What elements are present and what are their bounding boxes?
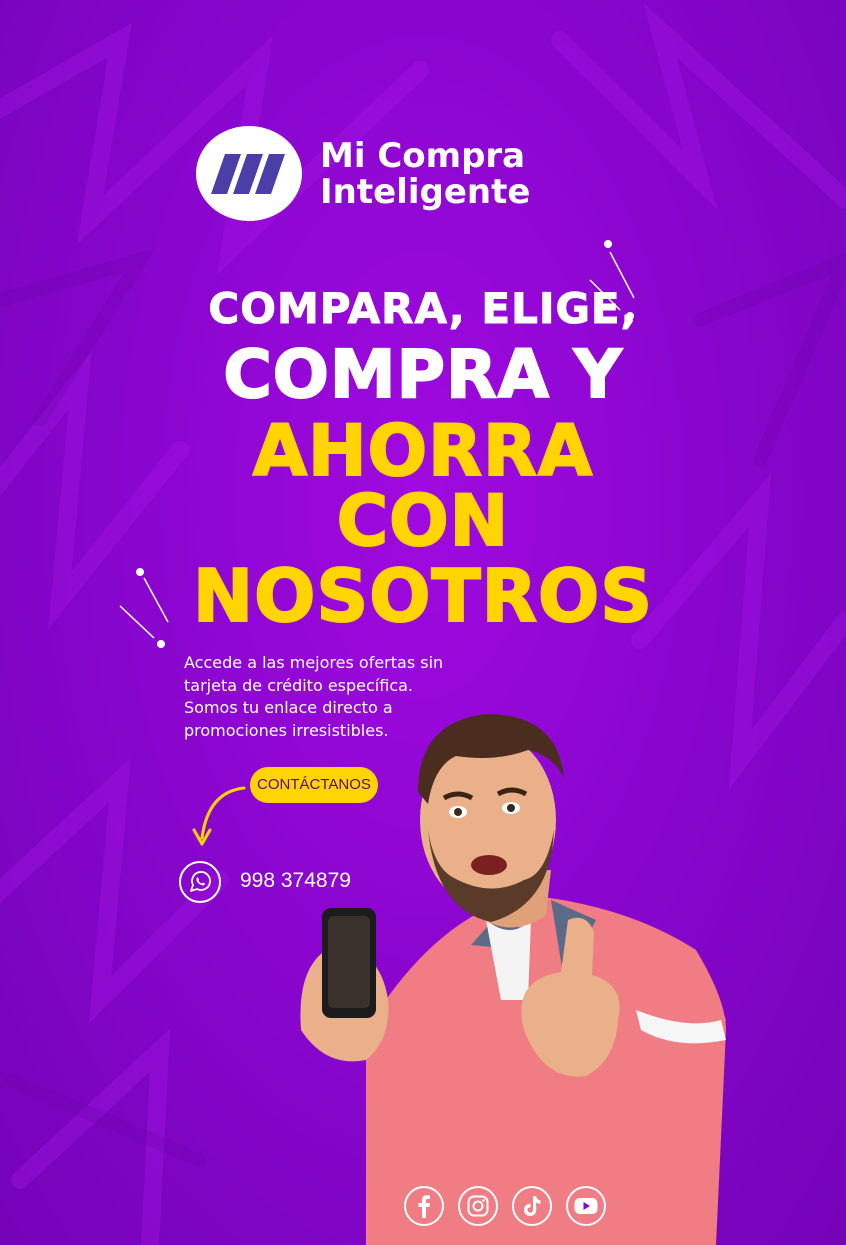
headline-line-5: NOSOTROS: [192, 553, 654, 639]
phone-number: 998 374879: [240, 869, 351, 892]
logo-mark-icon: [196, 126, 302, 221]
description-line: Accede a las mejores ofertas sin: [184, 653, 444, 672]
brand-name-line2: Inteligente: [320, 172, 531, 212]
facebook-icon[interactable]: [404, 1186, 444, 1226]
headline-line-4: CON: [336, 479, 510, 563]
curved-arrow-icon: [192, 786, 246, 846]
whatsapp-icon[interactable]: [178, 860, 222, 904]
social-links: [404, 1186, 606, 1226]
youtube-icon[interactable]: [566, 1186, 606, 1226]
headline-line-1: COMPARA, ELIGE,: [208, 284, 638, 334]
contact-button[interactable]: CONTÁCTANOS: [250, 767, 378, 803]
instagram-icon[interactable]: [458, 1186, 498, 1226]
tiktok-icon[interactable]: [512, 1186, 552, 1226]
headline-line-2: COMPRA Y: [222, 335, 623, 414]
description-line: tarjeta de crédito específica.: [184, 675, 413, 695]
brand-logo: Mi Compra Inteligente: [196, 126, 576, 222]
brand-name-line1: Mi Compra: [320, 136, 526, 176]
brand-name: Mi Compra Inteligente: [320, 138, 530, 210]
